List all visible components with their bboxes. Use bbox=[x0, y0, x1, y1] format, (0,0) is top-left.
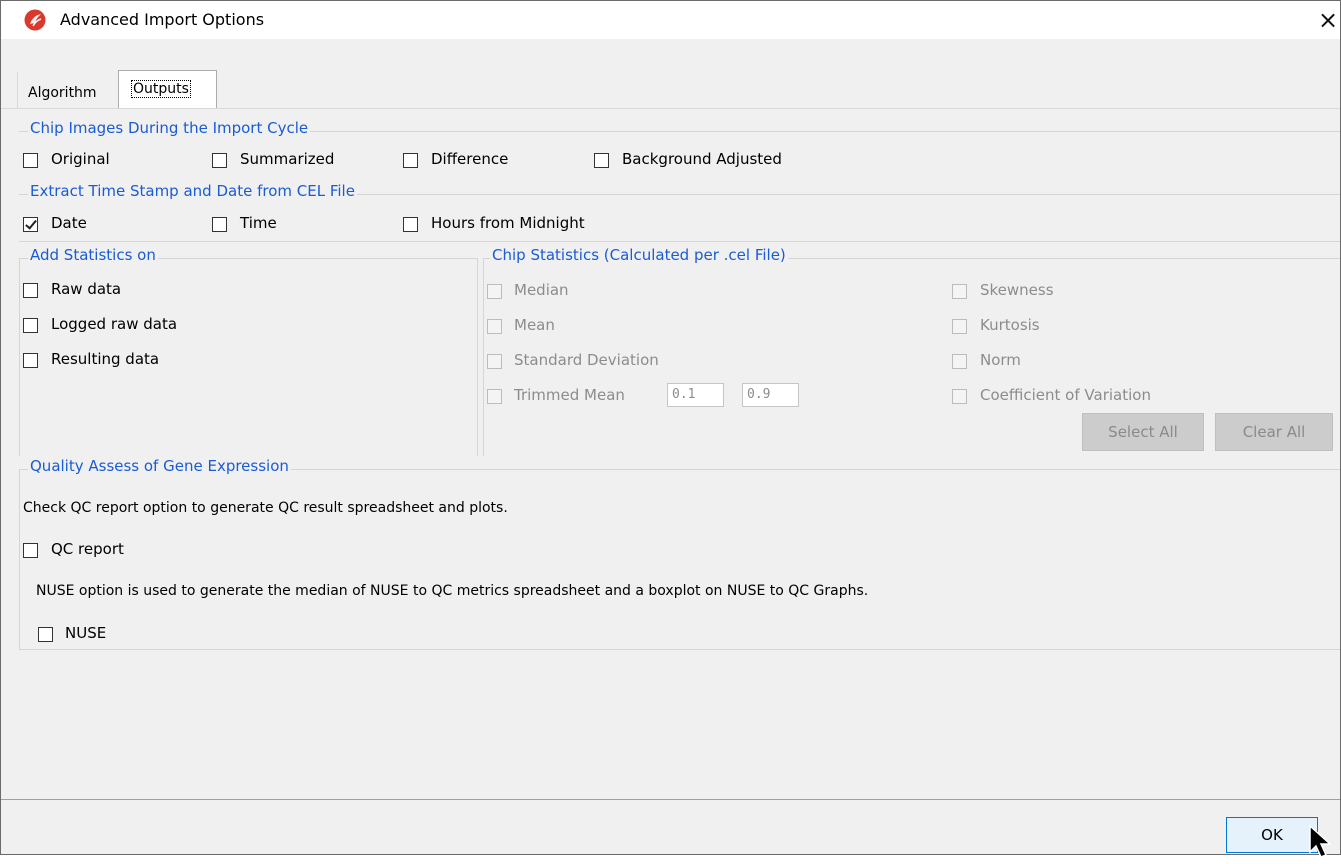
summarized-label: Summarized bbox=[240, 150, 335, 168]
coefficient-of-variation-checkbox[interactable] bbox=[952, 389, 967, 404]
quality-bottom-divider bbox=[19, 649, 1340, 650]
close-icon[interactable]: × bbox=[1313, 5, 1341, 35]
difference-label: Difference bbox=[431, 150, 509, 168]
original-checkbox[interactable] bbox=[23, 153, 38, 168]
time-label: Time bbox=[240, 214, 277, 232]
mean-checkbox[interactable] bbox=[487, 319, 502, 334]
background-adjusted-checkbox[interactable] bbox=[594, 153, 609, 168]
nuse-description: NUSE option is used to generate the medi… bbox=[36, 583, 869, 599]
nuse-checkbox[interactable] bbox=[38, 627, 53, 642]
kurtosis-checkbox[interactable] bbox=[952, 319, 967, 334]
coefficient-of-variation-label: Coefficient of Variation bbox=[980, 386, 1151, 404]
median-checkbox[interactable] bbox=[487, 284, 502, 299]
add-statistics-legend: Add Statistics on bbox=[28, 246, 158, 264]
dialog-window: Advanced Import Options × Algorithm Outp… bbox=[0, 0, 1341, 858]
raw-data-checkbox[interactable] bbox=[23, 283, 38, 298]
mean-label: Mean bbox=[514, 316, 555, 334]
chip-images-legend: Chip Images During the Import Cycle bbox=[28, 119, 311, 137]
trimmed-mean-label: Trimmed Mean bbox=[514, 386, 625, 404]
logged-raw-data-checkbox[interactable] bbox=[23, 318, 38, 333]
hours-from-midnight-label: Hours from Midnight bbox=[431, 214, 585, 232]
resulting-data-checkbox[interactable] bbox=[23, 353, 38, 368]
quality-left-border bbox=[19, 469, 20, 649]
logged-raw-data-label: Logged raw data bbox=[51, 315, 178, 333]
select-all-button[interactable]: Select All bbox=[1082, 413, 1204, 451]
date-label: Date bbox=[51, 214, 87, 232]
tab-strip: Algorithm Outputs bbox=[1, 39, 1340, 109]
title-bar: Advanced Import Options × bbox=[1, 1, 1340, 39]
summarized-checkbox[interactable] bbox=[212, 153, 227, 168]
quality-legend: Quality Assess of Gene Expression bbox=[28, 457, 291, 475]
tab-algorithm-label: Algorithm bbox=[28, 85, 97, 101]
ok-button[interactable]: OK bbox=[1226, 817, 1318, 853]
skewness-checkbox[interactable] bbox=[952, 284, 967, 299]
norm-label: Norm bbox=[980, 351, 1021, 369]
add-statistics-right-border bbox=[477, 258, 478, 456]
qc-report-checkbox[interactable] bbox=[23, 543, 38, 558]
standard-deviation-label: Standard Deviation bbox=[514, 351, 659, 369]
difference-checkbox[interactable] bbox=[403, 153, 418, 168]
clear-all-button[interactable]: Clear All bbox=[1215, 413, 1333, 451]
nuse-label: NUSE bbox=[65, 624, 107, 642]
chip-statistics-legend: Chip Statistics (Calculated per .cel Fil… bbox=[490, 246, 788, 264]
skewness-label: Skewness bbox=[980, 281, 1054, 299]
dialog-body: Algorithm Outputs Chip Images During the… bbox=[1, 39, 1340, 858]
dialog-title: Advanced Import Options bbox=[60, 10, 265, 29]
median-label: Median bbox=[514, 281, 569, 299]
tab-outputs[interactable]: Outputs bbox=[118, 70, 217, 109]
qc-description: Check QC report option to generate QC re… bbox=[23, 500, 508, 516]
footer-divider bbox=[1, 799, 1340, 800]
standard-deviation-checkbox[interactable] bbox=[487, 354, 502, 369]
qc-report-label: QC report bbox=[51, 540, 124, 558]
kurtosis-label: Kurtosis bbox=[980, 316, 1040, 334]
tab-outputs-label: Outputs bbox=[131, 80, 191, 98]
trimmed-low-input[interactable]: 0.1 bbox=[667, 383, 724, 407]
date-checkbox[interactable] bbox=[23, 217, 38, 232]
original-label: Original bbox=[51, 150, 110, 168]
trimmed-high-input[interactable]: 0.9 bbox=[742, 383, 799, 407]
timestamp-bottom-divider bbox=[19, 241, 1340, 242]
resulting-data-label: Resulting data bbox=[51, 350, 160, 368]
time-checkbox[interactable] bbox=[212, 217, 227, 232]
norm-checkbox[interactable] bbox=[952, 354, 967, 369]
chip-statistics-left-border bbox=[483, 258, 484, 456]
hours-from-midnight-checkbox[interactable] bbox=[403, 217, 418, 232]
add-statistics-left-border bbox=[19, 258, 20, 456]
tab-divider bbox=[1, 108, 1340, 109]
raw-data-label: Raw data bbox=[51, 280, 122, 298]
trimmed-mean-checkbox[interactable] bbox=[487, 389, 502, 404]
background-adjusted-label: Background Adjusted bbox=[622, 150, 782, 168]
app-logo-icon bbox=[24, 9, 46, 31]
timestamp-legend: Extract Time Stamp and Date from CEL Fil… bbox=[28, 182, 357, 200]
tab-algorithm[interactable]: Algorithm bbox=[17, 72, 114, 108]
